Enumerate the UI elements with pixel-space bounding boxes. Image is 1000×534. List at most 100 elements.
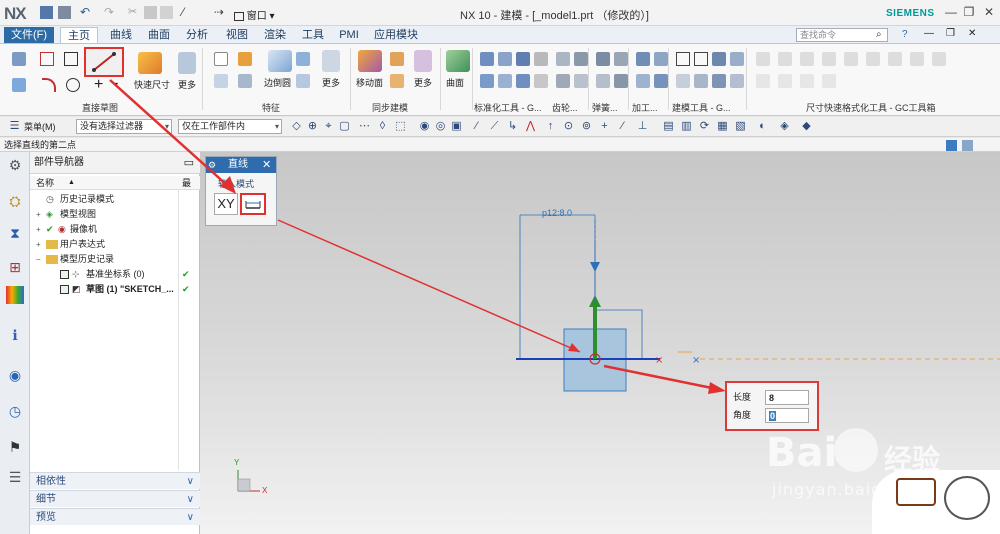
dim-format-icon-3[interactable]	[800, 52, 814, 66]
dim-format-icon-12[interactable]	[800, 74, 814, 88]
selection-scope-dropdown[interactable]: 仅在工作部件内 ▾	[178, 119, 282, 134]
revolve-icon[interactable]	[238, 52, 252, 66]
selection-filter-dropdown[interactable]: 没有选择过滤器 ▾	[76, 119, 172, 134]
command-search-input[interactable]: 查找命令	[796, 28, 888, 42]
endpoint-snap-icon[interactable]: ⁄	[470, 120, 483, 133]
dim-format-icon-4[interactable]	[822, 52, 836, 66]
std-tool-icon-2[interactable]	[498, 52, 512, 66]
view-icon-1[interactable]: ◉	[418, 120, 431, 133]
doc-minimize-button[interactable]: —	[924, 28, 934, 39]
features-more-icon[interactable]	[322, 50, 340, 72]
gear-tool-icon-1[interactable]	[556, 52, 570, 66]
angle-input[interactable]: 0	[765, 408, 809, 423]
tree-row[interactable]: + ✔ ◉ 摄像机	[30, 222, 200, 237]
more-sketch-icon[interactable]: ▾	[114, 80, 118, 89]
dim-format-icon-5[interactable]	[844, 52, 858, 66]
rectangle-icon[interactable]	[64, 52, 78, 66]
tab-analysis[interactable]: 分析	[180, 27, 214, 43]
dim-format-icon-1[interactable]	[756, 52, 770, 66]
model-tool-icon-1[interactable]	[676, 52, 690, 66]
system-material-icon[interactable]: ☰	[6, 468, 24, 486]
close-icon[interactable]: ✕	[262, 157, 271, 173]
std-tool-icon-6[interactable]	[498, 74, 512, 88]
doc-close-button[interactable]: ✕	[968, 28, 976, 39]
machining-icon-3[interactable]	[636, 74, 650, 88]
snap-icon-4[interactable]: ▢	[338, 120, 351, 133]
std-tool-icon-8[interactable]	[534, 74, 548, 88]
expand-icon[interactable]: +	[36, 237, 46, 252]
checkbox[interactable]	[60, 285, 69, 294]
pull-face-icon[interactable]	[390, 52, 404, 66]
collapse-icon[interactable]: −	[36, 252, 46, 267]
column-recent[interactable]: 最	[182, 176, 191, 190]
midpoint-snap-icon[interactable]: ⟋	[488, 120, 501, 133]
layer-icon[interactable]: ◈	[778, 120, 791, 133]
tab-tools[interactable]: 工具	[296, 27, 330, 43]
dim-format-icon-6[interactable]	[866, 52, 880, 66]
sketch-icon[interactable]	[12, 52, 26, 66]
save-all-icon[interactable]	[58, 6, 71, 19]
surface-icon[interactable]	[446, 50, 470, 72]
center-snap-icon[interactable]: ⊙	[562, 120, 575, 133]
std-tool-icon-5[interactable]	[480, 74, 494, 88]
navigator-pin-icon[interactable]: ▭	[184, 152, 194, 174]
model-tool-icon-6[interactable]	[694, 74, 708, 88]
dim-format-icon-2[interactable]	[778, 52, 792, 66]
point-icon[interactable]: +	[94, 76, 103, 94]
more-icon[interactable]	[178, 52, 196, 74]
chamfer-icon[interactable]	[296, 52, 310, 66]
snap-icon-6[interactable]: ◊	[376, 120, 389, 133]
constraint-navigator-icon[interactable]: ⊞	[6, 258, 24, 276]
settings-icon[interactable]: ⚙	[6, 156, 24, 174]
checkbox[interactable]	[60, 270, 69, 279]
std-tool-icon-7[interactable]	[516, 74, 530, 88]
edge-blend-icon[interactable]	[268, 50, 292, 72]
line-button[interactable]	[84, 47, 124, 77]
unite-icon[interactable]	[238, 74, 252, 88]
assembly-navigator-icon[interactable]: ⧗	[6, 224, 24, 242]
tab-pmi[interactable]: PMI	[334, 27, 364, 43]
spring-icon-1[interactable]	[596, 52, 610, 66]
std-tool-icon-3[interactable]	[516, 52, 530, 66]
view-icon-3[interactable]: ▣	[450, 120, 463, 133]
parametric-mode-button[interactable]	[240, 193, 266, 215]
finish-sketch-icon[interactable]	[12, 78, 26, 92]
dim-format-icon-9[interactable]	[932, 52, 946, 66]
copy-icon[interactable]	[144, 6, 157, 19]
expand-icon[interactable]: +	[36, 222, 46, 237]
dim-format-icon-13[interactable]	[822, 74, 836, 88]
undo-icon[interactable]: ↶	[80, 6, 93, 19]
dim-format-icon-7[interactable]	[888, 52, 902, 66]
circle-icon[interactable]	[66, 78, 80, 92]
model-tool-icon-2[interactable]	[694, 52, 708, 66]
gear-tool-icon-4[interactable]	[574, 74, 588, 88]
machining-icon-4[interactable]	[654, 74, 668, 88]
spring-icon-4[interactable]	[614, 74, 628, 88]
close-button[interactable]: ✕	[982, 5, 996, 19]
details-panel[interactable]: 细节 ∨	[30, 490, 200, 507]
offset-region-icon[interactable]	[390, 74, 404, 88]
machining-icon-1[interactable]	[636, 52, 650, 66]
history-icon[interactable]: ◷	[6, 402, 24, 420]
perpendicular-icon[interactable]: ⊥	[636, 120, 649, 133]
line-command-icon[interactable]: ⁄	[182, 6, 195, 19]
quadrant-snap-icon[interactable]: ⊚	[580, 120, 593, 133]
tab-home[interactable]: 主页	[60, 27, 98, 43]
dim-format-icon-8[interactable]	[910, 52, 924, 66]
xy-mode-button[interactable]: XY	[214, 193, 238, 215]
gear-tool-icon-3[interactable]	[556, 74, 570, 88]
minimize-button[interactable]: —	[944, 5, 958, 19]
reuse-library-icon[interactable]	[6, 286, 24, 304]
doc-restore-button[interactable]: ❐	[946, 28, 955, 39]
dim-format-icon-11[interactable]	[778, 74, 792, 88]
curve-snap-icon[interactable]: ↳	[506, 120, 519, 133]
intersection-snap-icon[interactable]: ⋀	[524, 120, 537, 133]
gear-icon[interactable]: ⚙	[208, 157, 216, 173]
arc-icon[interactable]	[42, 78, 56, 92]
menu-dropdown[interactable]: 菜单(M)	[24, 120, 56, 133]
sync-more-icon[interactable]	[414, 50, 432, 72]
snap-icon-5[interactable]: ⋯	[358, 120, 371, 133]
dependencies-panel[interactable]: 相依性 ∨	[30, 472, 200, 489]
refresh-icon[interactable]: ⟳	[698, 120, 711, 133]
expand-icon[interactable]: +	[36, 207, 46, 222]
